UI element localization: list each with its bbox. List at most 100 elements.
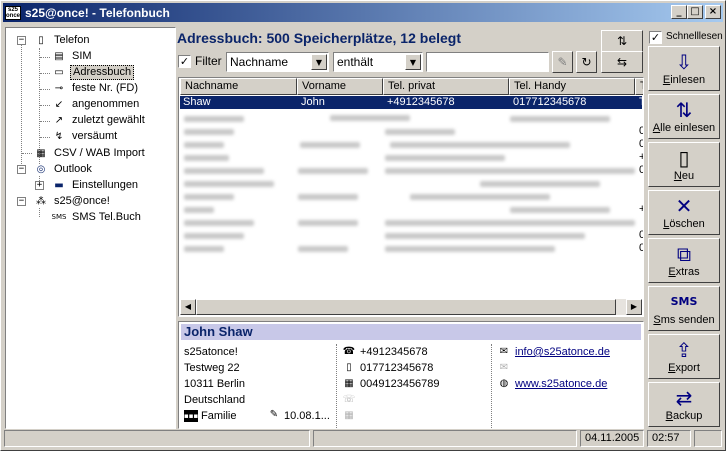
read-icon: ⇩: [675, 50, 693, 74]
transfer-button[interactable]: ⇆: [601, 51, 643, 73]
collapse-toggle[interactable]: −: [17, 165, 26, 174]
dialed-call-icon: ↗: [54, 114, 64, 126]
scroll-thumb[interactable]: [196, 299, 616, 315]
received-call-icon: ↙: [54, 98, 64, 110]
contact-company: s25atonce!: [184, 346, 238, 358]
export-button[interactable]: ⇪ Export: [648, 334, 720, 379]
apply-filter-button[interactable]: ✎: [552, 51, 573, 73]
table-row[interactable]: [180, 177, 642, 190]
extras-icon: ⧉: [676, 242, 692, 266]
tree-item-feste-nr[interactable]: ⊸ feste Nr. (FD): [51, 80, 140, 96]
table-row[interactable]: +: [180, 203, 643, 216]
fast-read-checkbox[interactable]: ✓: [649, 31, 662, 44]
status-panel-main: [4, 430, 310, 447]
horizontal-scrollbar[interactable]: ◀ ▶: [180, 299, 642, 315]
chevron-down-icon[interactable]: ▼: [405, 54, 421, 70]
tree-item-telefon[interactable]: ▯ Telefon: [33, 32, 91, 48]
missed-call-icon: ↯: [54, 130, 64, 142]
table-row[interactable]: 0: [180, 138, 643, 151]
cell-extra: +: [639, 203, 643, 216]
filter-operator-select[interactable]: enthält ▼: [333, 52, 423, 72]
tree-item-sms-telbuch[interactable]: SMS SMS Tel.Buch: [51, 209, 143, 225]
filter-icon: ✎: [557, 55, 568, 69]
tree-item-s25[interactable]: ⁂ s25@once!: [33, 193, 112, 209]
column-header-vorname[interactable]: Vorname: [297, 78, 383, 95]
new-button[interactable]: ▯ Neu: [648, 142, 720, 187]
tree-item-einstellungen[interactable]: ▬ Einstellungen: [51, 177, 140, 193]
filter-checkbox[interactable]: ✓: [178, 55, 191, 68]
read-all-button[interactable]: ⇅ Alle einlesen: [648, 94, 720, 139]
tree-connector: [40, 121, 50, 122]
detail-divider: [491, 344, 492, 428]
filter-operator-value: enthält: [337, 55, 374, 69]
refresh-phone-button[interactable]: ⇅: [601, 30, 643, 52]
cell-extra: 0: [639, 164, 643, 177]
table-row[interactable]: 0: [180, 164, 643, 177]
refresh-icon: ↻: [581, 55, 592, 69]
contact-list[interactable]: Nachname Vorname Tel. privat Tel. Handy …: [178, 77, 644, 317]
globe-icon: ◍: [499, 378, 509, 389]
collapse-toggle[interactable]: −: [17, 36, 26, 45]
detail-divider: [336, 344, 337, 428]
delete-button[interactable]: ✕ Löschen: [648, 190, 720, 235]
backup-button[interactable]: ⇄ Backup: [648, 382, 720, 427]
navigation-tree[interactable]: − ▯ Telefon ▤ SIM ▭ Adressbuch ⊸ feste Nr. (…: [5, 27, 176, 429]
close-button[interactable]: ×: [705, 5, 721, 19]
tree-item-sim[interactable]: ▤ SIM: [51, 48, 94, 64]
tree-connector: [40, 89, 50, 90]
tree-connector: [40, 137, 50, 138]
status-date: 04.11.2005: [580, 430, 644, 447]
reload-filter-button[interactable]: ↻: [576, 51, 597, 73]
table-row-selected[interactable]: Shaw John +4912345678 017712345678 T: [180, 96, 643, 109]
new-document-icon: ▯: [678, 146, 690, 170]
expand-toggle[interactable]: +: [35, 181, 44, 190]
send-sms-button[interactable]: SMS Sms senden: [648, 286, 720, 331]
read-button[interactable]: ⇩ Einlesen: [648, 46, 720, 91]
table-row[interactable]: 0: [180, 229, 643, 242]
table-row[interactable]: [180, 216, 642, 229]
import-icon: ▦: [36, 147, 46, 159]
extras-button[interactable]: ⧉ Extras: [648, 238, 720, 283]
transfer-icon: ⇆: [616, 55, 628, 69]
column-header-tel-privat[interactable]: Tel. privat: [383, 78, 509, 95]
tree-item-outlook[interactable]: ◎ Outlook: [33, 161, 94, 177]
export-icon: ⇪: [675, 338, 693, 362]
backup-icon: ⇄: [675, 386, 693, 410]
filter-field-value: Nachname: [230, 55, 289, 69]
contact-website-link[interactable]: www.s25atonce.de: [515, 378, 607, 390]
mobile-phone-icon: ▯: [346, 362, 352, 373]
maximize-button[interactable]: □: [687, 5, 703, 19]
column-header-more[interactable]: T: [635, 78, 643, 95]
scroll-right-button[interactable]: ▶: [626, 299, 642, 315]
table-row[interactable]: +: [180, 151, 643, 164]
cell-extra: T: [639, 96, 643, 109]
table-row[interactable]: [180, 112, 642, 125]
column-header-tel-handy[interactable]: Tel. Handy: [509, 78, 635, 95]
column-header-nachname[interactable]: Nachname: [180, 78, 297, 95]
tree-item-csv-import[interactable]: ▦ CSV / WAB Import: [33, 145, 147, 161]
contact-email-link[interactable]: info@s25atonce.de: [515, 346, 610, 358]
scroll-left-button[interactable]: ◀: [180, 299, 196, 315]
filter-field-select[interactable]: Nachname ▼: [226, 52, 329, 72]
collapse-toggle[interactable]: −: [17, 197, 26, 206]
title-bar[interactable]: s25 once s25@once! - Telefonbuch _ □ ×: [3, 3, 723, 22]
table-row[interactable]: 0: [180, 125, 643, 138]
sim-card-icon: ▤: [54, 50, 64, 62]
cell-vorname: John: [301, 96, 325, 108]
tree-item-versaeumt[interactable]: ↯ versäumt: [51, 128, 119, 144]
tree-item-angenommen[interactable]: ↙ angenommen: [51, 96, 141, 112]
tree-item-zuletzt-gewaehlt[interactable]: ↗ zuletzt gewählt: [51, 112, 147, 128]
email-secondary-icon: ✉: [499, 362, 509, 373]
contact-phone-private: +4912345678: [360, 346, 428, 358]
outlook-icon: ◎: [36, 163, 46, 175]
tree-item-adressbuch[interactable]: ▭ Adressbuch: [51, 64, 135, 80]
filter-value-input[interactable]: [426, 52, 549, 72]
resize-grip[interactable]: [694, 430, 722, 447]
phone-icon: ▯: [38, 34, 44, 46]
minimize-button[interactable]: _: [671, 5, 687, 19]
table-row[interactable]: [180, 190, 642, 203]
sms-phonebook-icon: SMS: [51, 212, 67, 221]
chevron-down-icon[interactable]: ▼: [311, 54, 327, 70]
table-row[interactable]: 0: [180, 242, 643, 255]
contact-country: Deutschland: [184, 394, 246, 406]
